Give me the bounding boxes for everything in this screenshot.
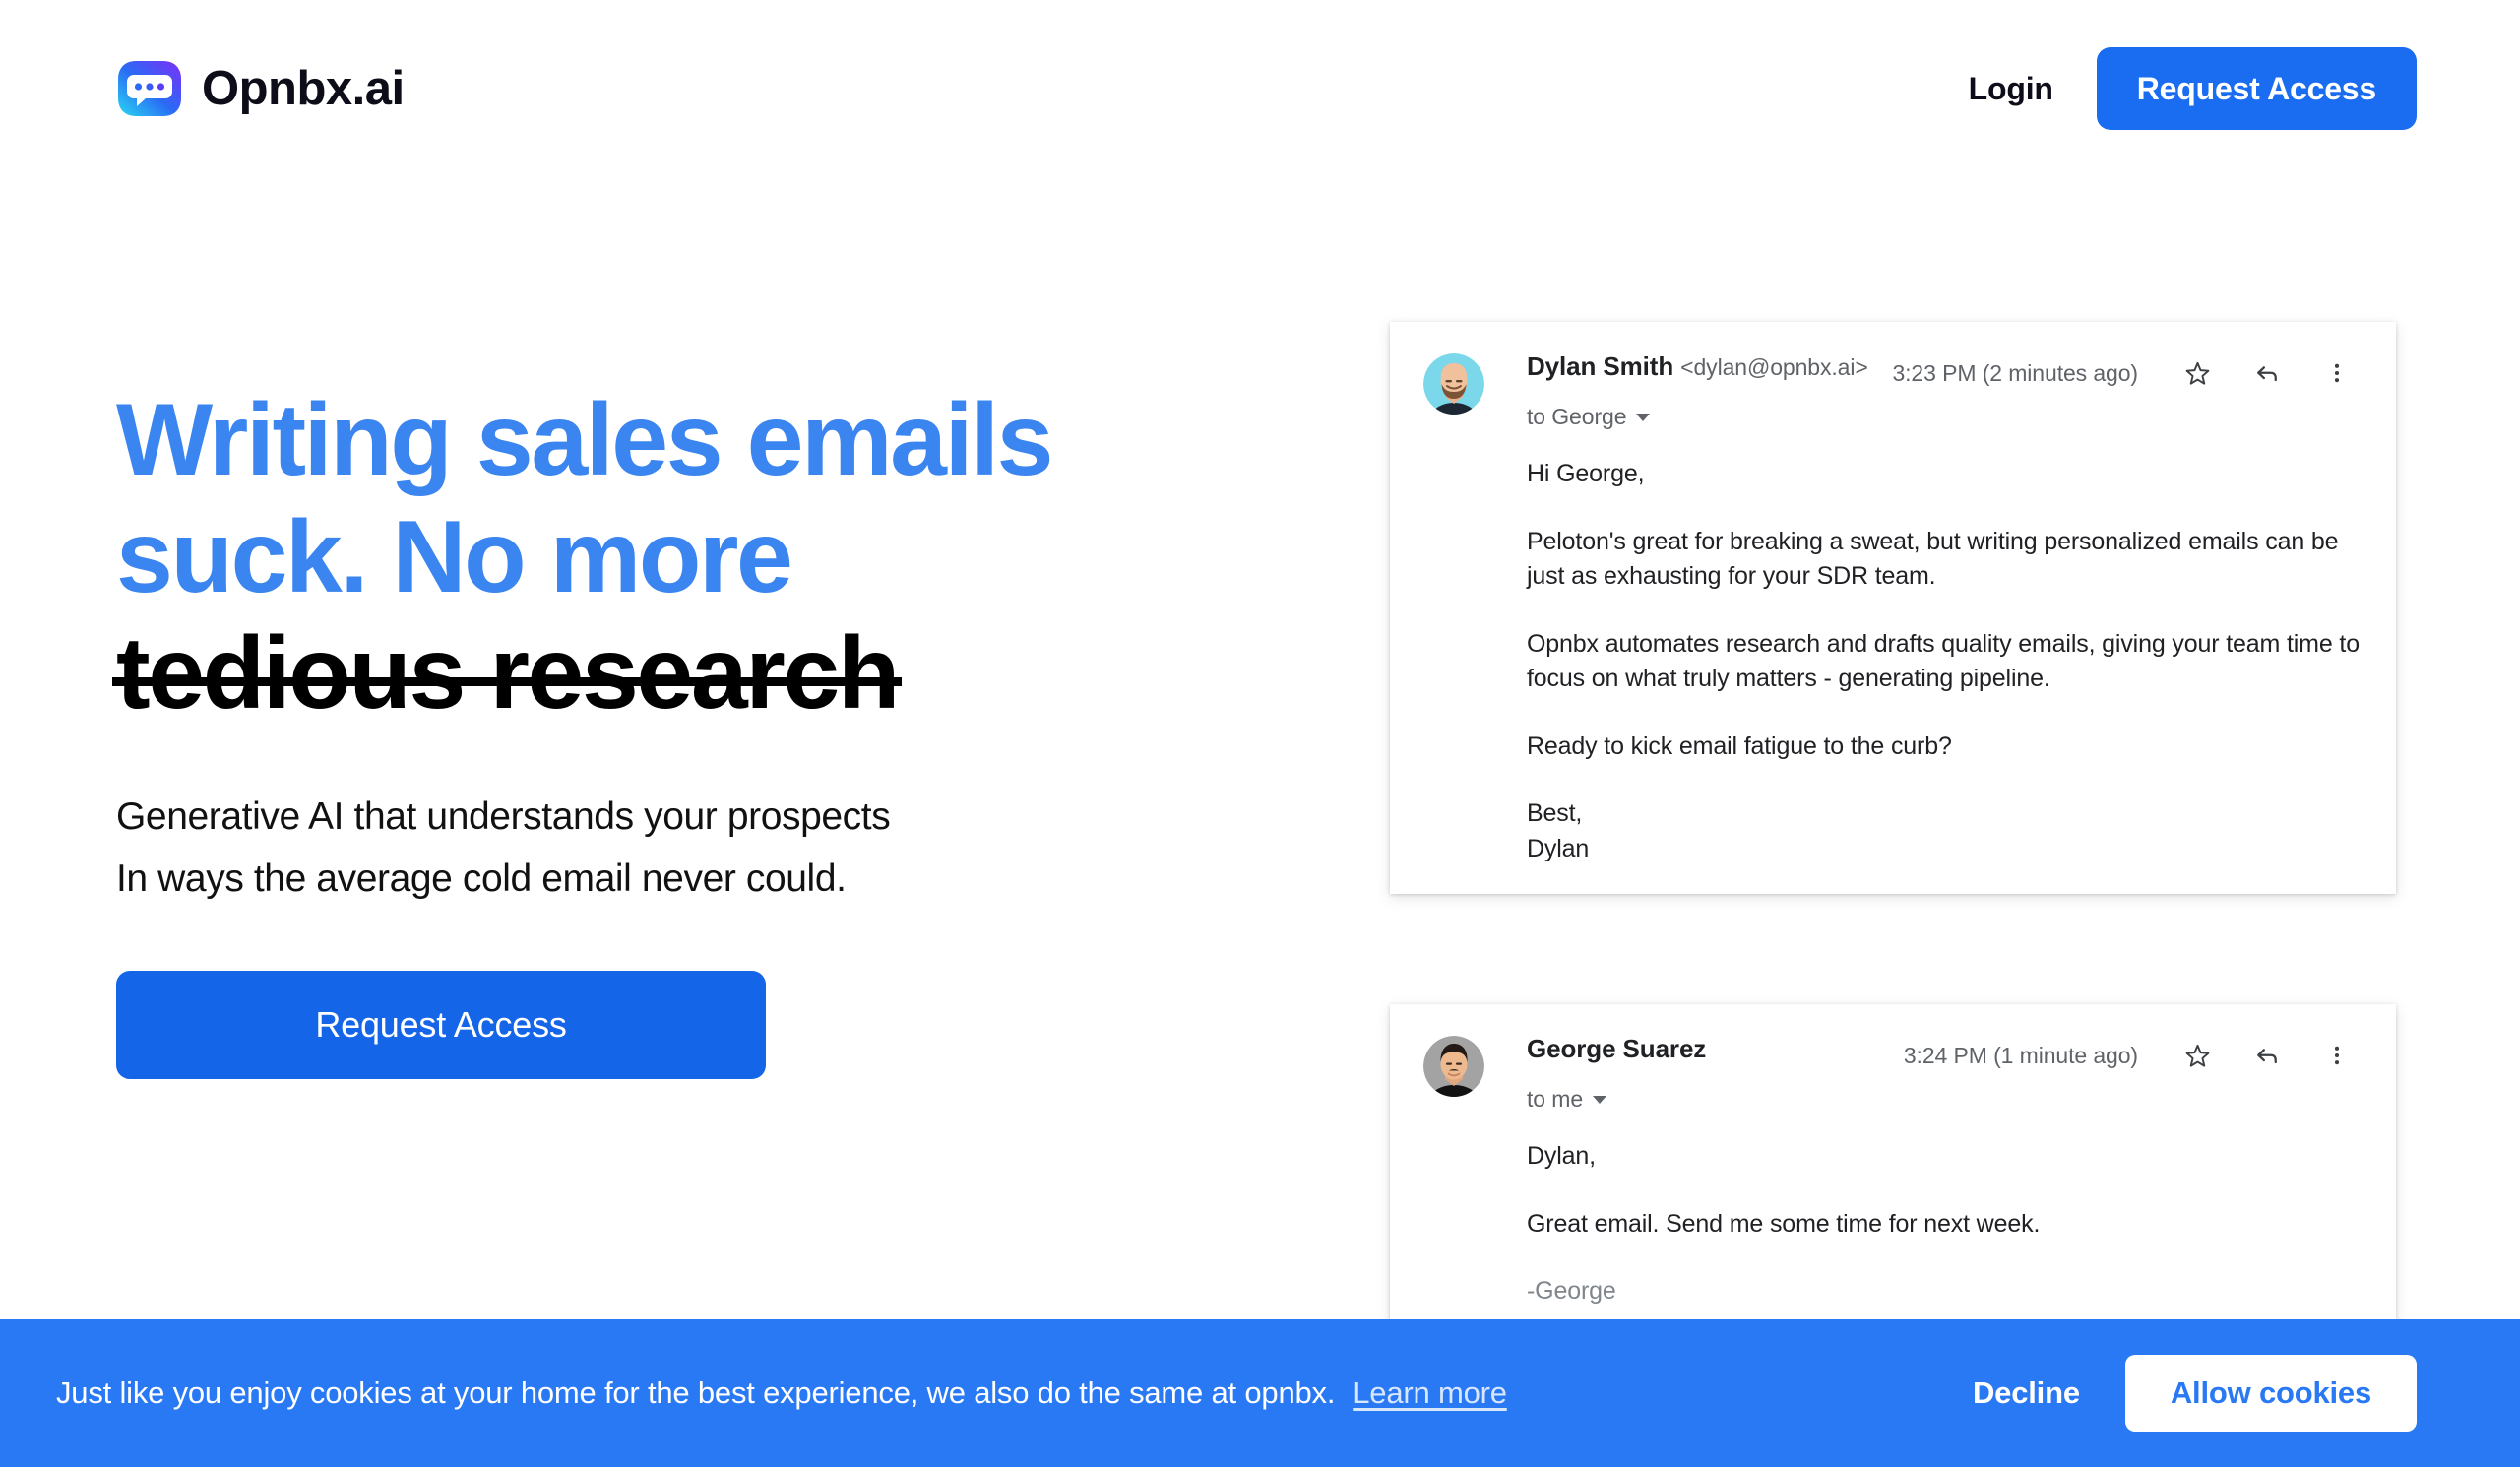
login-link[interactable]: Login bbox=[1969, 71, 2053, 107]
avatar-dylan bbox=[1423, 353, 1484, 415]
hero-subheading-line-1: Generative AI that understands your pros… bbox=[116, 795, 891, 838]
more-vertical-icon bbox=[2334, 1046, 2340, 1065]
email-paragraph: Hi George, bbox=[1527, 460, 1645, 487]
hero-headline: Writing sales emails suck. No more tedio… bbox=[112, 382, 1278, 733]
reply-arrow-icon bbox=[2257, 1049, 2277, 1064]
brand-name: Opnbx.ai bbox=[202, 61, 405, 115]
hero-section: Writing sales emails suck. No more tedio… bbox=[112, 382, 1278, 1079]
cookie-actions: Decline Allow cookies bbox=[1965, 1355, 2417, 1432]
sender-block: George Suarez bbox=[1527, 1034, 1904, 1064]
hero-request-access-button[interactable]: Request Access bbox=[116, 970, 766, 1079]
more-options-button[interactable] bbox=[2311, 353, 2362, 393]
speech-bubble-logo-icon bbox=[118, 61, 181, 116]
allow-cookies-button[interactable]: Allow cookies bbox=[2124, 1355, 2417, 1432]
email-header-main: George Suarez 3:24 PM (1 minute ago) to … bbox=[1527, 1034, 2362, 1113]
sender-name: George Suarez bbox=[1527, 1034, 1707, 1063]
sender-name: Dylan Smith bbox=[1527, 351, 1674, 381]
email-signoff: Best, bbox=[1527, 799, 1583, 827]
email-signature: -George bbox=[1527, 1277, 1616, 1305]
reply-arrow-icon bbox=[2257, 366, 2277, 382]
email-card[interactable]: George Suarez 3:24 PM (1 minute ago) to … bbox=[1390, 1004, 2396, 1337]
email-paragraph: Ready to kick email fatigue to the curb? bbox=[1527, 732, 1952, 760]
email-timestamp: 3:24 PM (1 minute ago) bbox=[1903, 1042, 2138, 1068]
email-header-top-row: George Suarez 3:24 PM (1 minute ago) bbox=[1527, 1034, 2362, 1075]
star-button[interactable] bbox=[2172, 353, 2223, 393]
email-meta: 3:24 PM (1 minute ago) bbox=[1904, 1036, 2362, 1075]
site-header: Opnbx.ai Login Request Access bbox=[0, 0, 2520, 177]
more-vertical-icon bbox=[2334, 363, 2340, 383]
hero-headline-line-1: Writing sales emails bbox=[116, 383, 1053, 497]
avatar-george bbox=[1423, 1036, 1484, 1097]
decline-cookies-button[interactable]: Decline bbox=[1965, 1375, 2088, 1411]
email-paragraph: Dylan, bbox=[1527, 1142, 1596, 1170]
recipient-dropdown[interactable]: to me bbox=[1527, 1086, 1607, 1113]
email-header: George Suarez 3:24 PM (1 minute ago) to … bbox=[1423, 1034, 2362, 1113]
recipient-dropdown[interactable]: to George bbox=[1527, 404, 1651, 430]
chevron-down-icon bbox=[1593, 1095, 1607, 1104]
more-options-button[interactable] bbox=[2311, 1036, 2362, 1075]
recipient-label: to me bbox=[1527, 1086, 1584, 1112]
chevron-down-icon bbox=[1636, 413, 1651, 421]
reply-button[interactable] bbox=[2241, 353, 2293, 393]
email-thread: Dylan Smith <dylan@opnbx.ai> 3:23 PM (2 m… bbox=[1390, 322, 2396, 1337]
email-body: Dylan, Great email. Send me some time fo… bbox=[1527, 1139, 2362, 1309]
email-card[interactable]: Dylan Smith <dylan@opnbx.ai> 3:23 PM (2 m… bbox=[1390, 322, 2396, 894]
hero-headline-strikethrough: tedious research bbox=[112, 616, 902, 732]
email-paragraph: Peloton's great for breaking a sweat, bu… bbox=[1527, 527, 2339, 591]
email-paragraph: Great email. Send me some time for next … bbox=[1527, 1209, 2041, 1238]
star-outline-icon bbox=[2185, 1044, 2209, 1067]
email-header-main: Dylan Smith <dylan@opnbx.ai> 3:23 PM (2 m… bbox=[1527, 351, 2362, 430]
star-outline-icon bbox=[2185, 361, 2209, 385]
sender-block: Dylan Smith <dylan@opnbx.ai> bbox=[1527, 351, 1892, 382]
star-button[interactable] bbox=[2172, 1036, 2223, 1075]
cookie-consent-banner: Just like you enjoy cookies at your home… bbox=[0, 1319, 2520, 1467]
header-request-access-button[interactable]: Request Access bbox=[2096, 47, 2417, 130]
header-actions: Login Request Access bbox=[1969, 47, 2417, 130]
email-header-top-row: Dylan Smith <dylan@opnbx.ai> 3:23 PM (2 m… bbox=[1527, 351, 2362, 393]
landing-page: Opnbx.ai Login Request Access Writing sa… bbox=[0, 0, 2520, 1467]
hero-subheading-line-2: In ways the average cold email never cou… bbox=[116, 857, 847, 900]
email-signature: Dylan bbox=[1527, 834, 1590, 862]
sender-email: <dylan@opnbx.ai> bbox=[1680, 354, 1868, 380]
cookie-message: Just like you enjoy cookies at your home… bbox=[56, 1374, 1507, 1411]
email-timestamp: 3:23 PM (2 minutes ago) bbox=[1892, 359, 2138, 386]
recipient-label: to George bbox=[1527, 404, 1627, 429]
hero-headline-line-2: suck. No more bbox=[116, 499, 793, 614]
email-meta: 3:23 PM (2 minutes ago) bbox=[1892, 353, 2362, 393]
email-header: Dylan Smith <dylan@opnbx.ai> 3:23 PM (2 m… bbox=[1423, 351, 2362, 430]
email-paragraph: Opnbx automates research and drafts qual… bbox=[1527, 629, 2360, 693]
hero-subheading: Generative AI that understands your pros… bbox=[116, 786, 1278, 910]
reply-button[interactable] bbox=[2241, 1036, 2293, 1075]
cookie-learn-more-link[interactable]: Learn more bbox=[1353, 1375, 1507, 1410]
brand-logo-link[interactable]: Opnbx.ai bbox=[116, 59, 405, 118]
email-body: Hi George, Peloton's great for breaking … bbox=[1527, 457, 2362, 866]
cookie-message-text: Just like you enjoy cookies at your home… bbox=[56, 1375, 1336, 1411]
